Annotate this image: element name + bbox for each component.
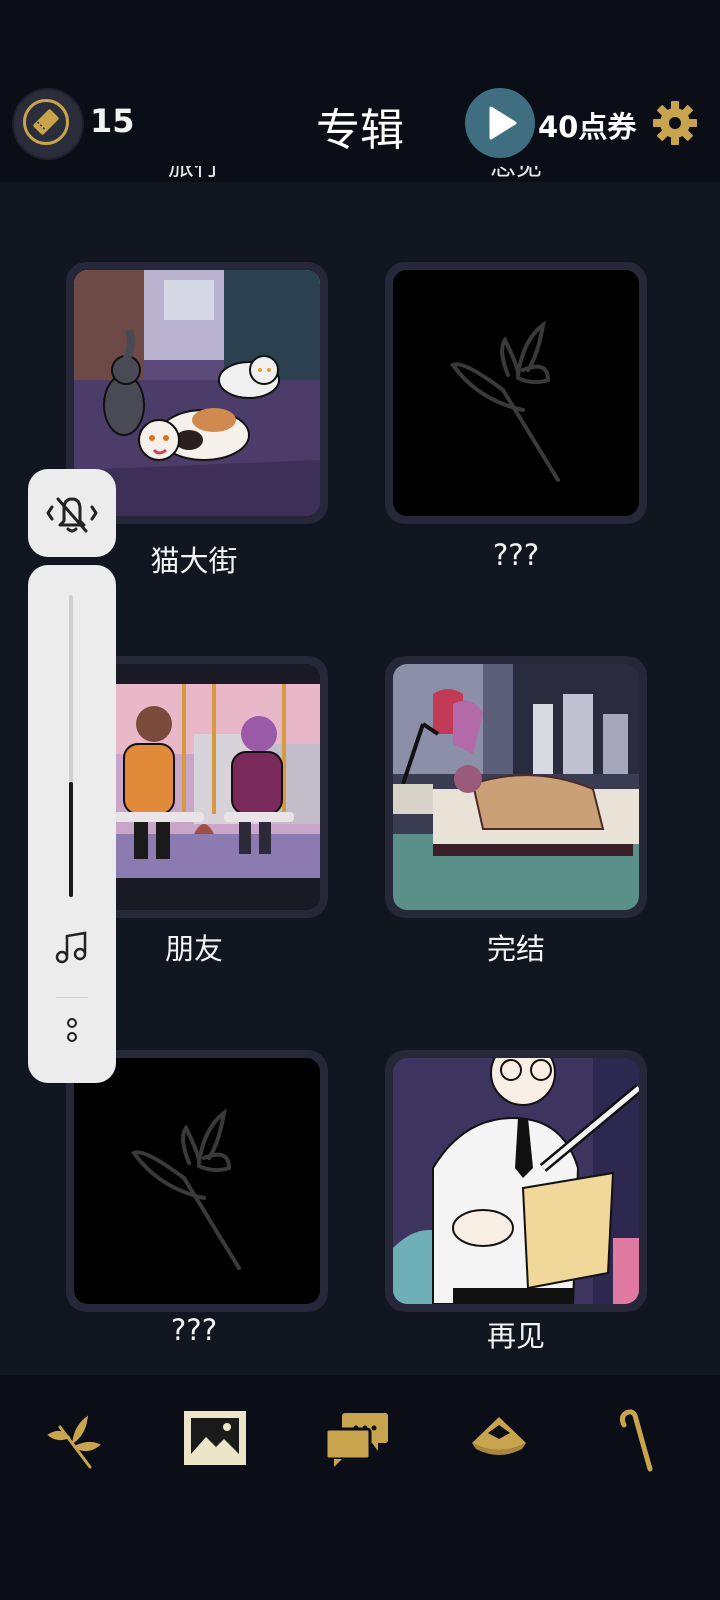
coupon-label: 40点券 xyxy=(538,110,637,144)
album-art-locked xyxy=(393,270,639,516)
ticket-icon xyxy=(23,99,69,145)
album-card-locked[interactable] xyxy=(385,262,647,524)
music-note-icon[interactable] xyxy=(52,928,92,968)
album-art-locked xyxy=(74,1058,320,1304)
nav-chat[interactable] xyxy=(322,1405,392,1475)
album-label: ??? xyxy=(170,1313,218,1347)
album-art xyxy=(393,1058,639,1304)
top-bar: 15 专辑 40点券 xyxy=(0,0,720,182)
album-picture-icon xyxy=(184,1411,246,1465)
more-options-icon[interactable] xyxy=(62,1015,82,1045)
nav-wardrobe[interactable] xyxy=(464,1405,534,1475)
locked-flower-icon xyxy=(74,1058,320,1304)
nav-flowers[interactable] xyxy=(38,1405,108,1475)
hat-icon xyxy=(472,1417,526,1455)
locked-flower-icon xyxy=(393,270,639,516)
bell-off-vibrate-icon xyxy=(46,497,98,533)
album-art xyxy=(393,664,639,910)
chat-bubbles-icon xyxy=(324,1413,388,1467)
partial-album-label: 旅行 xyxy=(168,166,221,182)
album-label: 再见 xyxy=(486,1319,545,1353)
album-card-locked[interactable] xyxy=(66,1050,328,1312)
nav-items[interactable] xyxy=(606,1405,676,1475)
volume-slider-fill[interactable] xyxy=(69,782,73,897)
album-card-goodbye[interactable] xyxy=(385,1050,647,1312)
ticket-badge[interactable] xyxy=(12,88,84,160)
volume-panel xyxy=(28,565,116,1083)
bottom-nav xyxy=(0,1375,720,1600)
gear-icon xyxy=(653,101,697,145)
album-label: 完结 xyxy=(486,932,545,966)
flower-branch-icon xyxy=(47,1415,101,1469)
play-button[interactable] xyxy=(465,88,535,158)
nav-albums[interactable] xyxy=(180,1405,250,1475)
play-icon xyxy=(489,106,517,140)
partial-album-label: 思见 xyxy=(490,166,543,182)
album-card-ending[interactable] xyxy=(385,656,647,918)
album-label: ??? xyxy=(492,538,540,572)
ticket-count: 15 xyxy=(90,102,135,140)
settings-button[interactable] xyxy=(650,98,700,148)
mute-toggle-button[interactable] xyxy=(28,469,116,557)
panel-divider xyxy=(56,997,88,998)
cane-icon xyxy=(619,1409,653,1472)
page-title: 专辑 xyxy=(316,105,404,156)
